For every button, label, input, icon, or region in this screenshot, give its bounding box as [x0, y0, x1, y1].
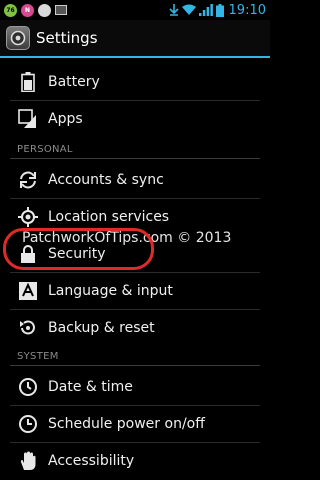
section-header-personal: PERSONAL: [17, 144, 73, 155]
notification-area: 76 N: [4, 3, 67, 17]
signal-icon: [198, 4, 213, 16]
section-divider: [10, 365, 260, 366]
settings-item-label: Location services: [48, 209, 170, 225]
settings-item-accounts-sync[interactable]: Accounts & sync: [0, 162, 270, 198]
schedule-power-icon: [17, 413, 39, 435]
download-icon: [168, 4, 179, 16]
settings-item-schedule-power[interactable]: Schedule power on/off: [0, 406, 270, 442]
section-header-system: SYSTEM: [17, 351, 59, 362]
settings-item-date-time[interactable]: Date & time: [0, 369, 270, 405]
sync-icon: [38, 3, 51, 17]
status-bar: 76 N 19:10: [0, 0, 270, 20]
settings-app-icon[interactable]: [6, 26, 30, 50]
settings-item-language-input[interactable]: Language & input: [0, 273, 270, 309]
hand-icon: [17, 450, 39, 472]
page-title: Settings: [36, 29, 98, 47]
settings-item-label: Schedule power on/off: [48, 416, 205, 432]
highlight-circle: [3, 228, 154, 270]
section-divider: [10, 158, 260, 159]
settings-item-battery[interactable]: Battery: [0, 64, 270, 100]
action-bar: Settings: [0, 20, 270, 58]
clock: 19:10: [228, 2, 266, 18]
keyboard-letter-icon: [17, 280, 39, 302]
settings-item-label: Battery: [48, 74, 100, 90]
settings-item-label: Backup & reset: [48, 320, 155, 336]
apps-icon: [17, 108, 39, 130]
sync-icon: [17, 169, 39, 191]
battery-icon: [17, 71, 39, 93]
backup-icon: [17, 317, 39, 339]
settings-item-label: Language & input: [48, 283, 173, 299]
usb-debug-icon: 76: [4, 3, 17, 17]
notification-icon: N: [21, 3, 34, 17]
battery-icon: [215, 3, 224, 17]
location-icon: [17, 206, 39, 228]
settings-item-label: Apps: [48, 111, 83, 127]
wifi-icon: [181, 4, 196, 15]
clock-icon: [17, 376, 39, 398]
settings-item-label: Accounts & sync: [48, 172, 164, 188]
settings-item-accessibility[interactable]: Accessibility: [0, 443, 270, 479]
settings-item-apps[interactable]: Apps: [0, 101, 270, 137]
image-icon: [55, 5, 67, 15]
settings-item-label: Accessibility: [48, 453, 135, 469]
system-tray: 19:10: [168, 2, 266, 18]
settings-item-label: Date & time: [48, 379, 133, 395]
settings-item-backup-reset[interactable]: Backup & reset: [0, 310, 270, 346]
